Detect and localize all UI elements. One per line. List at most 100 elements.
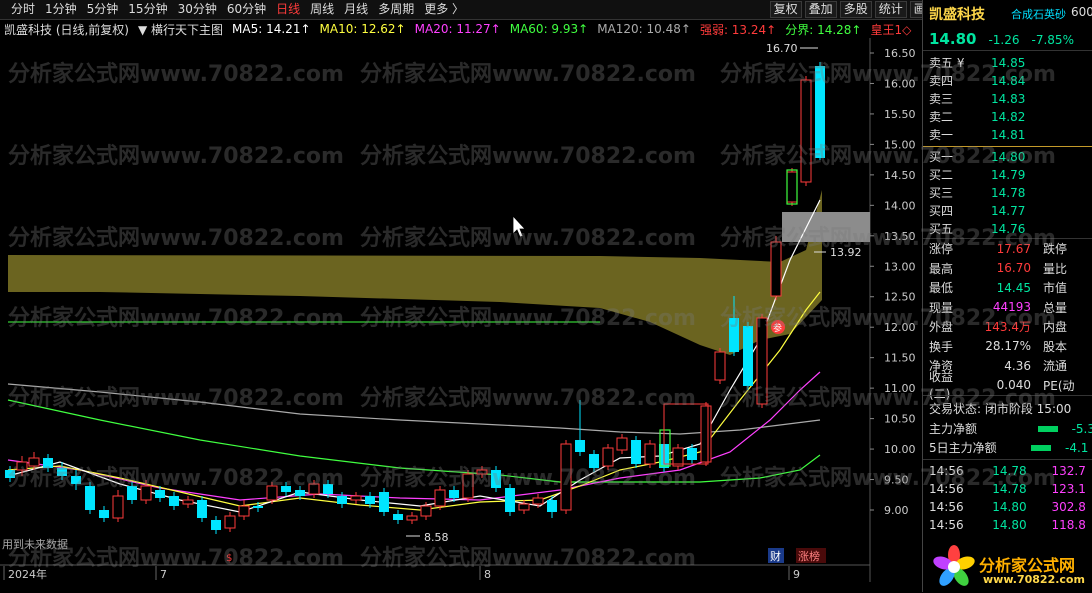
price-axis-label: 13.00 bbox=[884, 260, 916, 273]
tick-volume: 118.8 bbox=[1051, 517, 1086, 532]
date-label: 7 bbox=[160, 568, 167, 581]
can-badge-label: 参 bbox=[773, 322, 782, 334]
last-price: 14.80 bbox=[929, 30, 977, 48]
stat-row: 最低 14.45 市值 bbox=[929, 278, 1092, 297]
stock-name: 凯盛科技 bbox=[929, 7, 985, 23]
tick-row: 14:56 14.80 302.8 bbox=[929, 497, 1092, 516]
stat-row: 最高 16.70 量比 bbox=[929, 259, 1092, 278]
mouse-cursor-icon bbox=[512, 214, 526, 238]
fund-key: 主力净额 bbox=[929, 422, 978, 436]
price-axis-label: 16.50 bbox=[884, 47, 916, 60]
price-axis-label: 9.50 bbox=[884, 474, 909, 487]
candle-body-up bbox=[800, 79, 812, 183]
stat-key-2: 量比 bbox=[1043, 261, 1068, 276]
candle-body-down bbox=[5, 470, 15, 478]
bid-price: 14.79 bbox=[991, 167, 1026, 182]
fund-row: 主力净额 -5.3 bbox=[929, 419, 1092, 438]
candle-body-up bbox=[560, 443, 572, 511]
price-row: 14.80 -1.26 -7.85% bbox=[929, 30, 1074, 48]
trade-state-text: 交易状态: 闭市阶段 15:00 bbox=[929, 402, 1072, 416]
bid-label: 买二 bbox=[929, 168, 954, 182]
stat-value: 44193 bbox=[992, 300, 1031, 314]
ask-price: 14.84 bbox=[991, 73, 1026, 88]
stat-row: 涨停 17.67 跌停 bbox=[929, 239, 1092, 258]
candle-body-up bbox=[672, 447, 684, 467]
candle-body-up bbox=[756, 317, 768, 405]
fund-row: 5日主力净额 -4.1 bbox=[929, 438, 1092, 457]
bid-price: 14.78 bbox=[991, 185, 1026, 200]
stat-key: 涨停 bbox=[929, 242, 954, 256]
date-label: 9 bbox=[793, 568, 800, 581]
fund-value: -5.3 bbox=[1071, 421, 1092, 436]
stock-code: 6005 bbox=[1071, 5, 1092, 19]
candle-body-up bbox=[140, 485, 152, 501]
divider bbox=[923, 50, 1092, 51]
stat-key: 最低 bbox=[929, 281, 954, 295]
price-axis-label: 13.50 bbox=[884, 230, 916, 243]
site-logo: 分析家公式网 www.70822.com bbox=[931, 544, 1092, 590]
ask-price: 14.81 bbox=[991, 127, 1026, 142]
bid-row: 买四 14.77 bbox=[929, 202, 1089, 219]
stat-value: 143.4万 bbox=[984, 320, 1031, 334]
stat-row: 现量 44193 总量 bbox=[929, 298, 1092, 317]
ask-label: 卖五 ¥ bbox=[929, 56, 965, 70]
tick-volume: 302.8 bbox=[1051, 499, 1086, 514]
stat-value: 0.040 bbox=[996, 378, 1031, 392]
candle-body-down bbox=[71, 476, 81, 484]
candlestick-chart[interactable]: 16.50 16.00 15.50 15.00 14.50 14.00 13.50 13.00… bbox=[0, 0, 922, 592]
candle-body-down bbox=[687, 448, 697, 460]
candle-body-down bbox=[547, 500, 557, 512]
candle-body-down bbox=[211, 520, 221, 530]
concept-tag[interactable]: 合成石英砂 bbox=[1011, 6, 1066, 22]
stat-key-2: 内盘 bbox=[1043, 320, 1068, 334]
fund-value: -4.1 bbox=[1065, 440, 1089, 455]
candle-body-down bbox=[729, 318, 739, 352]
limit-up-badge-label: 涨榜 bbox=[798, 549, 820, 563]
tick-time: 14:56 bbox=[929, 463, 964, 478]
stat-row: 收益(二) 0.040 PE(动 bbox=[929, 370, 1092, 401]
price-axis-label: 16.00 bbox=[884, 77, 916, 90]
stat-key-2: 总量 bbox=[1043, 300, 1068, 315]
stat-key-2: PE(动 bbox=[1043, 378, 1075, 393]
bid-label: 买三 bbox=[929, 186, 954, 200]
candle-body-down bbox=[393, 514, 403, 520]
bid-row: 买三 14.78 bbox=[929, 184, 1089, 201]
fund-bar bbox=[1031, 444, 1051, 451]
ask-row: 卖一 14.81 bbox=[929, 126, 1089, 143]
candle-body-down bbox=[281, 486, 291, 492]
candle-body-up bbox=[112, 495, 124, 519]
ask-price: 14.83 bbox=[991, 91, 1026, 106]
bid-price: 14.76 bbox=[991, 221, 1026, 236]
tick-time: 14:56 bbox=[929, 499, 964, 514]
candle-body-up bbox=[420, 505, 432, 517]
candle-body-down bbox=[337, 496, 347, 504]
stat-value: 14.45 bbox=[996, 280, 1031, 295]
stat-row: 外盘 143.4万 内盘 bbox=[929, 317, 1092, 336]
price-change-pct: -7.85% bbox=[1031, 33, 1074, 47]
stat-value: 16.70 bbox=[996, 261, 1031, 275]
candle-body-down bbox=[57, 468, 67, 476]
price-axis-label: 15.00 bbox=[884, 138, 916, 151]
logo-url: www.70822.com bbox=[983, 573, 1085, 586]
ma60-line bbox=[7, 399, 821, 483]
candle-body-down bbox=[631, 440, 641, 464]
tick-volume: 132.7 bbox=[1051, 463, 1086, 478]
candle-body-up bbox=[770, 241, 782, 297]
price-axis-label: 12.00 bbox=[884, 321, 916, 334]
candle-body-down bbox=[85, 486, 95, 510]
tick-volume: 123.1 bbox=[1051, 481, 1086, 496]
date-label: 8 bbox=[484, 568, 491, 581]
candle-body-up bbox=[786, 171, 798, 203]
ask-row: 卖四 14.84 bbox=[929, 72, 1089, 89]
candle-body-up bbox=[266, 485, 278, 501]
bid-label: 买一 bbox=[929, 150, 954, 164]
ask-price: 14.85 bbox=[991, 55, 1026, 70]
candle-body-down bbox=[155, 490, 165, 498]
price-axis-label: 10.00 bbox=[884, 443, 916, 456]
bid-label: 买五 bbox=[929, 222, 954, 236]
candle-body-down bbox=[505, 488, 515, 512]
tick-row: 14:56 14.78 132.7 bbox=[929, 461, 1092, 480]
candle-body-down bbox=[589, 454, 599, 468]
candle-body-down bbox=[127, 486, 137, 500]
bid-label: 买四 bbox=[929, 204, 954, 218]
